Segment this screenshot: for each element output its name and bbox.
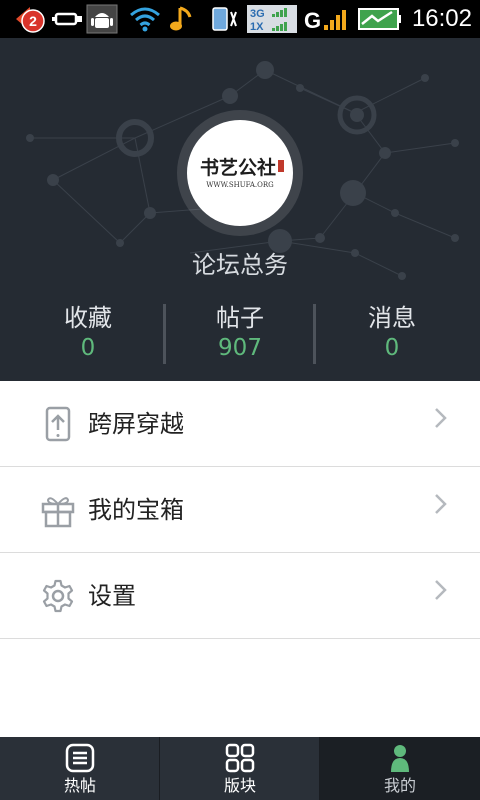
tab-label: 版块	[223, 776, 256, 795]
stat-messages-label: 消息	[368, 304, 416, 332]
stat-favorites-label: 收藏	[64, 304, 112, 332]
music-note-icon	[170, 6, 192, 31]
stat-messages[interactable]: 消息 0	[312, 302, 472, 366]
forum-logo: 书艺公社 WWW.SHUFA.ORG	[200, 156, 284, 189]
tab-mine[interactable]: 我的	[320, 737, 480, 800]
bottom-nav: 热帖 版块 我的	[0, 737, 480, 800]
menu-item-settings[interactable]: 设置	[0, 553, 480, 639]
menu-item-label: 我的宝箱	[88, 496, 184, 524]
wifi-icon	[130, 7, 160, 32]
username: 论坛总务	[192, 251, 288, 279]
gift-box-icon	[41, 497, 75, 528]
chevron-right-icon	[435, 494, 447, 514]
signal-strength-icon: G	[304, 8, 346, 33]
person-icon	[391, 745, 409, 772]
stat-posts-value: 907	[218, 335, 262, 361]
notification-badge-icon: 2	[16, 7, 45, 33]
tab-hot-posts[interactable]: 热帖	[0, 737, 160, 800]
tab-label: 热帖	[63, 776, 96, 795]
forum-logo-text: 书艺公社	[200, 156, 276, 179]
svg-text:G: G	[304, 8, 321, 33]
gear-icon	[42, 579, 74, 613]
phone-upload-icon	[45, 406, 71, 442]
menu-item-treasure-box[interactable]: 我的宝箱	[0, 467, 480, 553]
profile-header: 书艺公社 WWW.SHUFA.ORG 论坛总务 收藏 0 帖子 907 消息 0	[0, 38, 480, 381]
tab-boards[interactable]: 版块	[160, 737, 320, 800]
android-debug-icon	[86, 4, 118, 34]
mobile-signal-icon: 3G 1X	[247, 5, 297, 33]
stats-row: 收藏 0 帖子 907 消息 0	[0, 302, 480, 366]
battery-icon	[358, 8, 401, 30]
usb-icon	[52, 12, 82, 26]
menu-item-label: 跨屏穿越	[88, 410, 184, 438]
stat-posts[interactable]: 帖子 907	[160, 302, 320, 366]
stat-favorites[interactable]: 收藏 0	[8, 302, 168, 366]
grid-icon	[225, 743, 255, 773]
notification-count: 2	[29, 13, 37, 29]
forum-logo-url: WWW.SHUFA.ORG	[206, 181, 274, 189]
menu-list: 跨屏穿越 我的宝箱 设置	[0, 381, 480, 639]
chevron-right-icon	[435, 580, 447, 600]
vibrate-mute-icon	[212, 7, 237, 31]
menu-item-cross-screen[interactable]: 跨屏穿越	[0, 381, 480, 467]
status-bar: 2 3G 1X G 16:02	[0, 0, 480, 38]
chevron-right-icon	[435, 408, 447, 428]
clock: 16:02	[411, 5, 472, 32]
menu-item-label: 设置	[88, 582, 136, 610]
stat-messages-value: 0	[384, 335, 400, 361]
list-icon	[65, 743, 95, 773]
stat-posts-label: 帖子	[216, 304, 264, 332]
network-type-top: 3G	[250, 8, 265, 20]
avatar[interactable]: 书艺公社 WWW.SHUFA.ORG	[187, 120, 293, 226]
stat-favorites-value: 0	[80, 335, 96, 361]
network-type-bottom: 1X	[250, 21, 264, 33]
tab-label: 我的	[383, 776, 416, 795]
